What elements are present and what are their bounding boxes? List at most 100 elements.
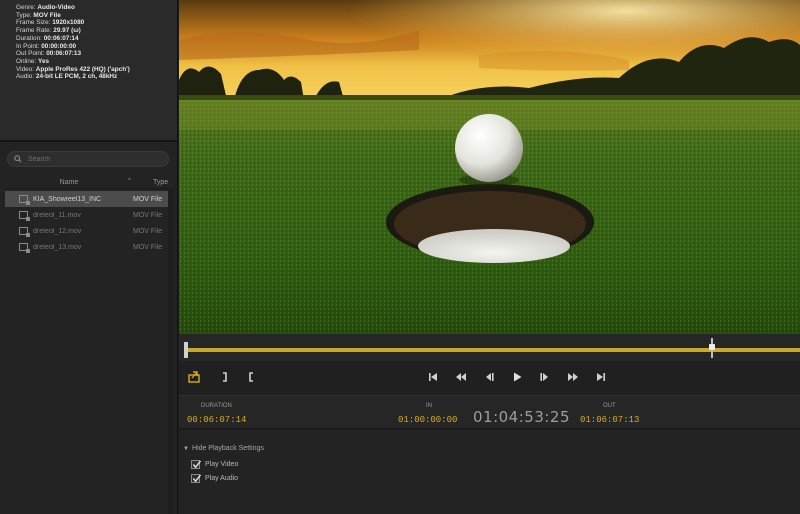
rewind-button[interactable] <box>454 370 468 384</box>
transport-controls <box>179 361 800 395</box>
timecode-bar: DURATION 00:06:07:14 IN 01:00:00:00 01:0… <box>179 395 800 429</box>
metadata-value: 29.97 (ω) <box>53 27 81 35</box>
divider <box>0 140 177 142</box>
file-row[interactable]: dreteol_13.mov MOV File <box>5 239 173 255</box>
metadata-value: 1920x1080 <box>52 19 85 27</box>
metadata-row: In Point: 00:00:00:00 <box>16 43 171 51</box>
playhead[interactable] <box>709 338 715 358</box>
clip-metadata: Genre: Audio-Video Type: MOV File Frame Si… <box>0 0 177 140</box>
duration-value: 00:06:07:14 <box>187 415 247 425</box>
clip-icon <box>19 211 30 221</box>
checkbox-checked-icon[interactable] <box>191 460 201 469</box>
search-input[interactable] <box>28 155 148 163</box>
metadata-key: Video: <box>16 65 35 73</box>
file-name: KIA_Showreel13_INC <box>33 195 102 203</box>
clip-icon <box>19 243 30 253</box>
metadata-key: Frame Rate: <box>16 27 52 35</box>
timeline-track[interactable] <box>186 348 800 352</box>
column-type[interactable]: Type <box>133 179 168 186</box>
export-button[interactable] <box>187 370 201 384</box>
out-label: OUT <box>603 403 616 409</box>
metadata-value: Apple ProRes 422 (HQ) ('apch') <box>35 65 130 73</box>
metadata-value: Yes <box>38 57 50 65</box>
in-handle[interactable] <box>184 342 188 358</box>
metadata-row: Out Point: 00:06:07:13 <box>16 50 171 58</box>
playhead-knob[interactable] <box>709 344 715 350</box>
step-forward-button[interactable] <box>538 370 552 384</box>
video-preview <box>179 0 800 333</box>
file-type: MOV File <box>133 227 163 235</box>
file-name: dreteol_11.mov <box>33 211 81 219</box>
metadata-key: Audio: <box>16 73 35 81</box>
sort-caret-icon: ^ <box>128 177 131 184</box>
metadata-row: Frame Size: 1920x1080 <box>16 19 171 27</box>
play-video-checkbox[interactable]: Play Video <box>191 460 238 469</box>
play-audio-label: Play Audio <box>205 475 239 482</box>
metadata-value: 00:00:00:00 <box>41 42 77 50</box>
playback-settings-toggle[interactable]: ▼ Hide Playback Settings <box>183 445 264 452</box>
file-row[interactable]: KIA_Showreel13_INC MOV File <box>5 191 173 207</box>
metadata-key: Frame Size: <box>16 19 51 27</box>
column-name-label: Name <box>59 178 79 186</box>
metadata-row: Video: Apple ProRes 422 (HQ) ('apch') <box>16 66 171 74</box>
fast-forward-button[interactable] <box>566 370 580 384</box>
bracket-open-icon <box>249 372 253 382</box>
browser-panel: Genre: Audio-Video Type: MOV File Frame Si… <box>0 0 178 514</box>
file-row[interactable]: dreteol_11.mov MOV File <box>5 207 173 223</box>
metadata-key: Genre: <box>16 4 36 11</box>
file-name: dreteol_13.mov <box>33 243 82 251</box>
step-back-icon <box>486 373 494 381</box>
metadata-key: Out Point: <box>16 50 45 58</box>
in-label: IN <box>426 403 432 409</box>
file-list-header: Name ^ Type <box>5 176 178 189</box>
timeline-scrubber[interactable] <box>179 333 800 361</box>
file-type: MOV File <box>133 243 163 251</box>
file-row[interactable]: dreteol_12.mov MOV File <box>5 223 173 239</box>
out-point-value[interactable]: 01:06:07:13 <box>580 415 639 425</box>
file-type: MOV File <box>133 211 163 219</box>
skip-to-start-icon <box>429 373 437 381</box>
clip-icon <box>19 195 30 205</box>
play-icon <box>514 372 522 382</box>
fast-forward-icon <box>568 373 578 381</box>
metadata-key: In Point: <box>16 42 40 50</box>
export-icon <box>188 371 200 383</box>
play-audio-checkbox[interactable]: Play Audio <box>191 474 238 483</box>
step-back-button[interactable] <box>482 370 496 384</box>
checkbox-checked-icon[interactable] <box>191 474 201 483</box>
disclosure-triangle-icon: ▼ <box>183 445 189 452</box>
metadata-row: Duration: 00:06:07:14 <box>16 35 171 43</box>
file-name: dreteol_12.mov <box>33 227 82 235</box>
playback-settings-header: Hide Playback Settings <box>191 445 264 452</box>
metadata-row: Online: Yes <box>16 58 171 66</box>
search-field[interactable] <box>7 151 169 167</box>
in-point-value[interactable]: 01:00:00:00 <box>398 415 457 425</box>
metadata-value: 00:06:07:13 <box>46 50 82 58</box>
go-to-start-button[interactable] <box>426 370 440 384</box>
play-button[interactable] <box>510 370 524 384</box>
metadata-row: Type: MOV File <box>16 12 171 20</box>
metadata-key: Type: <box>16 11 32 19</box>
rewind-icon <box>456 373 466 381</box>
search-icon <box>14 155 22 163</box>
golf-ball-frame-image <box>179 0 800 333</box>
go-to-end-button[interactable] <box>594 370 608 384</box>
metadata-value: Audio-Video <box>37 4 75 11</box>
metadata-value: MOV File <box>33 11 61 19</box>
playback-settings: ▼ Hide Playback Settings Play Video Play… <box>179 430 800 514</box>
mark-out-button[interactable] <box>217 370 231 384</box>
mark-in-button[interactable] <box>245 370 259 384</box>
file-type: MOV File <box>133 195 163 203</box>
file-list: KIA_Showreel13_INC MOV File dreteol_11.mov… <box>5 191 173 255</box>
column-name[interactable]: Name ^ <box>5 177 133 186</box>
metadata-key: Online: <box>16 57 37 65</box>
metadata-row: Genre: Audio-Video <box>16 4 171 12</box>
metadata-row: Audio: 24-bit LE PCM, 2 ch, 48kHz <box>16 73 171 81</box>
step-forward-icon <box>540 373 548 381</box>
metadata-row: Frame Rate: 29.97 (ω) <box>16 27 171 35</box>
metadata-value: 00:06:07:14 <box>43 34 79 42</box>
current-timecode[interactable]: 01:04:53:25 <box>473 408 570 426</box>
file-list-scrollbar[interactable] <box>168 188 174 514</box>
duration-label: DURATION <box>201 403 232 409</box>
metadata-value: 24-bit LE PCM, 2 ch, 48kHz <box>35 73 118 81</box>
